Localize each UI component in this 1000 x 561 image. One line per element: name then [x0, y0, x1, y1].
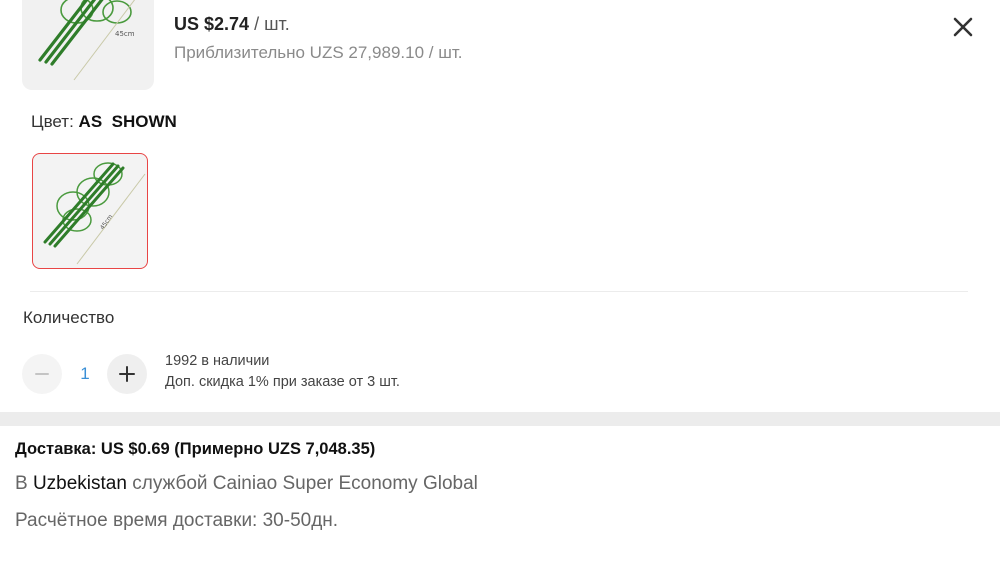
quantity-value[interactable]: 1 — [70, 364, 100, 384]
quantity-label: Количество — [23, 308, 115, 327]
shipping-prefix: В — [15, 473, 33, 494]
stock-count: 1992 в наличии — [165, 353, 270, 369]
price-value: US $2.74 — [174, 14, 250, 34]
swatch-size-caption: 45cm — [99, 213, 114, 231]
minus-icon — [35, 373, 49, 375]
product-thumbnail: 45cm — [22, 0, 154, 90]
plant-support-stake-image: 45cm — [38, 0, 136, 81]
color-row: Цвет: AS SHOWN — [31, 112, 177, 132]
section-separator — [0, 412, 1000, 426]
product-size-caption: 45cm — [115, 30, 135, 38]
divider — [30, 291, 968, 292]
quantity-increase-button[interactable] — [107, 354, 147, 394]
color-label: Цвет: — [31, 112, 79, 131]
quantity-decrease-button[interactable] — [22, 354, 62, 394]
price-unit: / шт. — [249, 14, 290, 34]
color-swatch-selected[interactable]: 45cm — [32, 153, 148, 269]
approx-local-price: Приблизительно UZS 27,989.10 / шт. — [174, 43, 463, 62]
sku-selector-sheet: 45cm US $2.74 / шт. Приблизительно UZS 2… — [0, 0, 1000, 412]
shipping-cost: Доставка: US $0.69 (Примерно UZS 7,048.3… — [15, 440, 376, 458]
plant-support-stake-icon: 45cm — [43, 162, 146, 265]
discount-note: Доп. скидка 1% при заказе от 3 шт. — [165, 374, 400, 390]
color-value: AS SHOWN — [78, 112, 177, 131]
shipping-method[interactable]: В Uzbekistan службой Cainiao Super Econo… — [15, 473, 478, 495]
close-button[interactable] — [946, 10, 980, 44]
delivery-estimate: Расчётное время доставки: 30-50дн. — [15, 510, 339, 531]
close-icon — [953, 17, 973, 37]
shipping-service: службой Cainiao Super Economy Global — [126, 473, 478, 494]
shipping-country: Uzbekistan — [32, 473, 127, 494]
plus-icon — [119, 366, 135, 382]
unit-price: US $2.74 / шт. — [174, 14, 290, 35]
